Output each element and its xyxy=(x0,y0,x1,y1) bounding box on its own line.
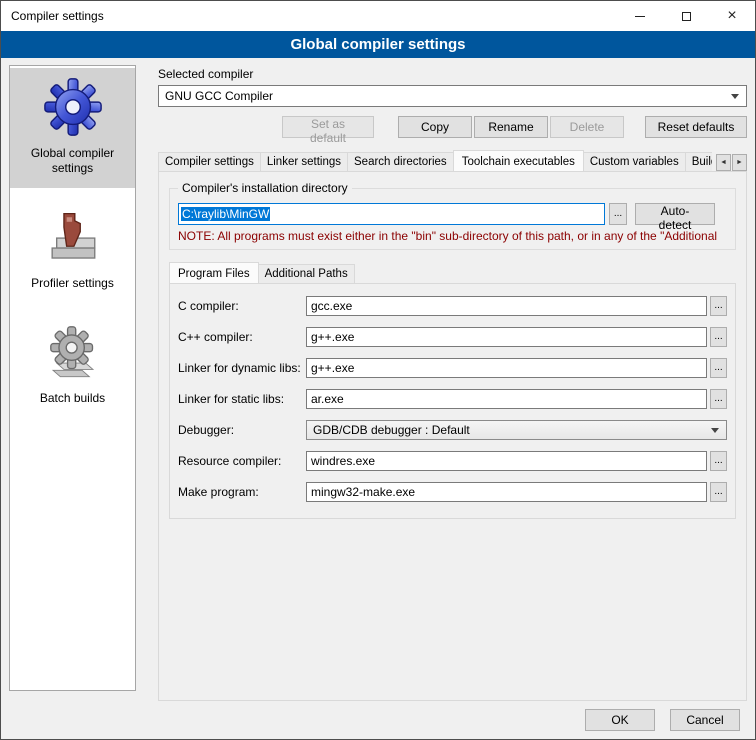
minimize-icon xyxy=(635,16,645,17)
toolchain-executables-panel: Compiler's installation directory C:\ray… xyxy=(158,171,747,701)
browse-c-compiler-button[interactable]: ... xyxy=(710,296,727,316)
batch-builds-gear-icon xyxy=(44,325,102,383)
dynamic-linker-label: Linker for dynamic libs: xyxy=(178,361,306,375)
close-icon: × xyxy=(727,8,736,24)
compiler-actions-row: Set as default Copy Rename Delete Reset … xyxy=(158,116,747,138)
form-row-debugger: Debugger: GDB/CDB debugger : Default xyxy=(178,420,727,440)
installation-directory-input[interactable]: C:\raylib\MinGW xyxy=(178,203,605,225)
browse-resource-compiler-button[interactable]: ... xyxy=(710,451,727,471)
form-row-c-compiler: C compiler: ... xyxy=(178,296,727,316)
resource-compiler-label: Resource compiler: xyxy=(178,454,306,468)
resource-compiler-input[interactable] xyxy=(306,451,707,471)
dynamic-linker-input[interactable] xyxy=(306,358,707,378)
installation-directory-group: Compiler's installation directory C:\ray… xyxy=(169,188,736,250)
selected-compiler-value: GNU GCC Compiler xyxy=(165,89,273,103)
main-settings-area: Selected compiler GNU GCC Compiler Set a… xyxy=(158,67,747,701)
tab-build-options[interactable]: Build xyxy=(685,152,712,171)
compiler-settings-dialog: Compiler settings × Global compiler sett… xyxy=(0,0,756,740)
form-row-resource-compiler: Resource compiler: ... xyxy=(178,451,727,471)
sidebar-item-label: Batch builds xyxy=(40,391,105,406)
installation-directory-row: C:\raylib\MinGW ... Auto-detect xyxy=(178,203,727,225)
maximize-icon xyxy=(682,12,691,21)
sidebar-item-batch-builds[interactable]: Batch builds xyxy=(10,317,135,418)
static-linker-input[interactable] xyxy=(306,389,707,409)
debugger-label: Debugger: xyxy=(178,423,306,437)
subtab-additional-paths[interactable]: Additional Paths xyxy=(258,264,355,283)
browse-directory-button[interactable]: ... xyxy=(609,203,627,225)
tab-search-directories[interactable]: Search directories xyxy=(347,152,454,171)
make-program-label: Make program: xyxy=(178,485,306,499)
profiler-tool-icon xyxy=(44,210,102,268)
sidebar-item-label: Global compiler settings xyxy=(12,146,133,176)
minimize-button[interactable] xyxy=(617,1,663,31)
auto-detect-button[interactable]: Auto-detect xyxy=(635,203,715,225)
bin-subdirectory-note: NOTE: All programs must exist either in … xyxy=(178,229,727,243)
program-files-panel: C compiler: ... C++ compiler: ... Linker… xyxy=(169,283,736,519)
tab-compiler-settings[interactable]: Compiler settings xyxy=(158,152,261,171)
window-title: Compiler settings xyxy=(1,9,104,23)
set-as-default-button: Set as default xyxy=(282,116,374,138)
selected-compiler-dropdown[interactable]: GNU GCC Compiler xyxy=(158,85,747,107)
program-files-subtab-strip: Program Files Additional Paths xyxy=(169,262,736,283)
installation-directory-group-title: Compiler's installation directory xyxy=(178,181,352,195)
sidebar-item-label: Profiler settings xyxy=(31,276,114,291)
chevron-down-icon xyxy=(731,94,739,99)
rename-button[interactable]: Rename xyxy=(474,116,548,138)
form-row-dynamic-linker: Linker for dynamic libs: ... xyxy=(178,358,727,378)
browse-cpp-compiler-button[interactable]: ... xyxy=(710,327,727,347)
form-row-cpp-compiler: C++ compiler: ... xyxy=(178,327,727,347)
titlebar: Compiler settings × xyxy=(1,1,755,31)
cancel-button[interactable]: Cancel xyxy=(670,709,740,731)
settings-category-sidebar: Global compiler settings Profiler settin… xyxy=(9,65,136,691)
cpp-compiler-label: C++ compiler: xyxy=(178,330,306,344)
selected-compiler-label: Selected compiler xyxy=(158,67,747,81)
make-program-input[interactable] xyxy=(306,482,707,502)
window-controls: × xyxy=(617,1,755,31)
reset-defaults-button[interactable]: Reset defaults xyxy=(645,116,747,138)
tab-scroll-right-button[interactable]: ► xyxy=(732,154,747,171)
browse-static-linker-button[interactable]: ... xyxy=(710,389,727,409)
ok-button[interactable]: OK xyxy=(585,709,655,731)
tab-toolchain-executables[interactable]: Toolchain executables xyxy=(453,150,584,171)
form-row-make-program: Make program: ... xyxy=(178,482,727,502)
tab-linker-settings[interactable]: Linker settings xyxy=(260,152,348,171)
chevron-down-icon xyxy=(711,428,719,433)
cpp-compiler-input[interactable] xyxy=(306,327,707,347)
debugger-value: GDB/CDB debugger : Default xyxy=(313,423,470,437)
installation-directory-value: C:\raylib\MinGW xyxy=(181,207,270,221)
arrow-right-icon: ► xyxy=(736,159,743,166)
sidebar-item-global-compiler-settings[interactable]: Global compiler settings xyxy=(10,68,135,188)
copy-button[interactable]: Copy xyxy=(398,116,472,138)
dialog-banner-title: Global compiler settings xyxy=(1,31,755,58)
browse-make-program-button[interactable]: ... xyxy=(710,482,727,502)
close-button[interactable]: × xyxy=(709,1,755,31)
delete-button: Delete xyxy=(550,116,624,138)
c-compiler-label: C compiler: xyxy=(178,299,306,313)
sidebar-item-profiler-settings[interactable]: Profiler settings xyxy=(10,202,135,303)
browse-dynamic-linker-button[interactable]: ... xyxy=(710,358,727,378)
tab-custom-variables[interactable]: Custom variables xyxy=(583,152,686,171)
subtab-program-files[interactable]: Program Files xyxy=(169,262,259,283)
tab-scroll-left-button[interactable]: ◄ xyxy=(716,154,731,171)
static-linker-label: Linker for static libs: xyxy=(178,392,306,406)
form-row-static-linker: Linker for static libs: ... xyxy=(178,389,727,409)
debugger-dropdown[interactable]: GDB/CDB debugger : Default xyxy=(306,420,727,440)
tabs-scroll-area: Compiler settings Linker settings Search… xyxy=(158,150,712,171)
global-compiler-gear-icon xyxy=(42,76,104,138)
maximize-button[interactable] xyxy=(663,1,709,31)
settings-tab-strip: Compiler settings Linker settings Search… xyxy=(158,150,747,171)
tab-scroll-buttons: ◄ ► xyxy=(716,154,747,171)
dialog-footer-buttons: OK Cancel xyxy=(585,709,740,731)
arrow-left-icon: ◄ xyxy=(720,159,727,166)
c-compiler-input[interactable] xyxy=(306,296,707,316)
